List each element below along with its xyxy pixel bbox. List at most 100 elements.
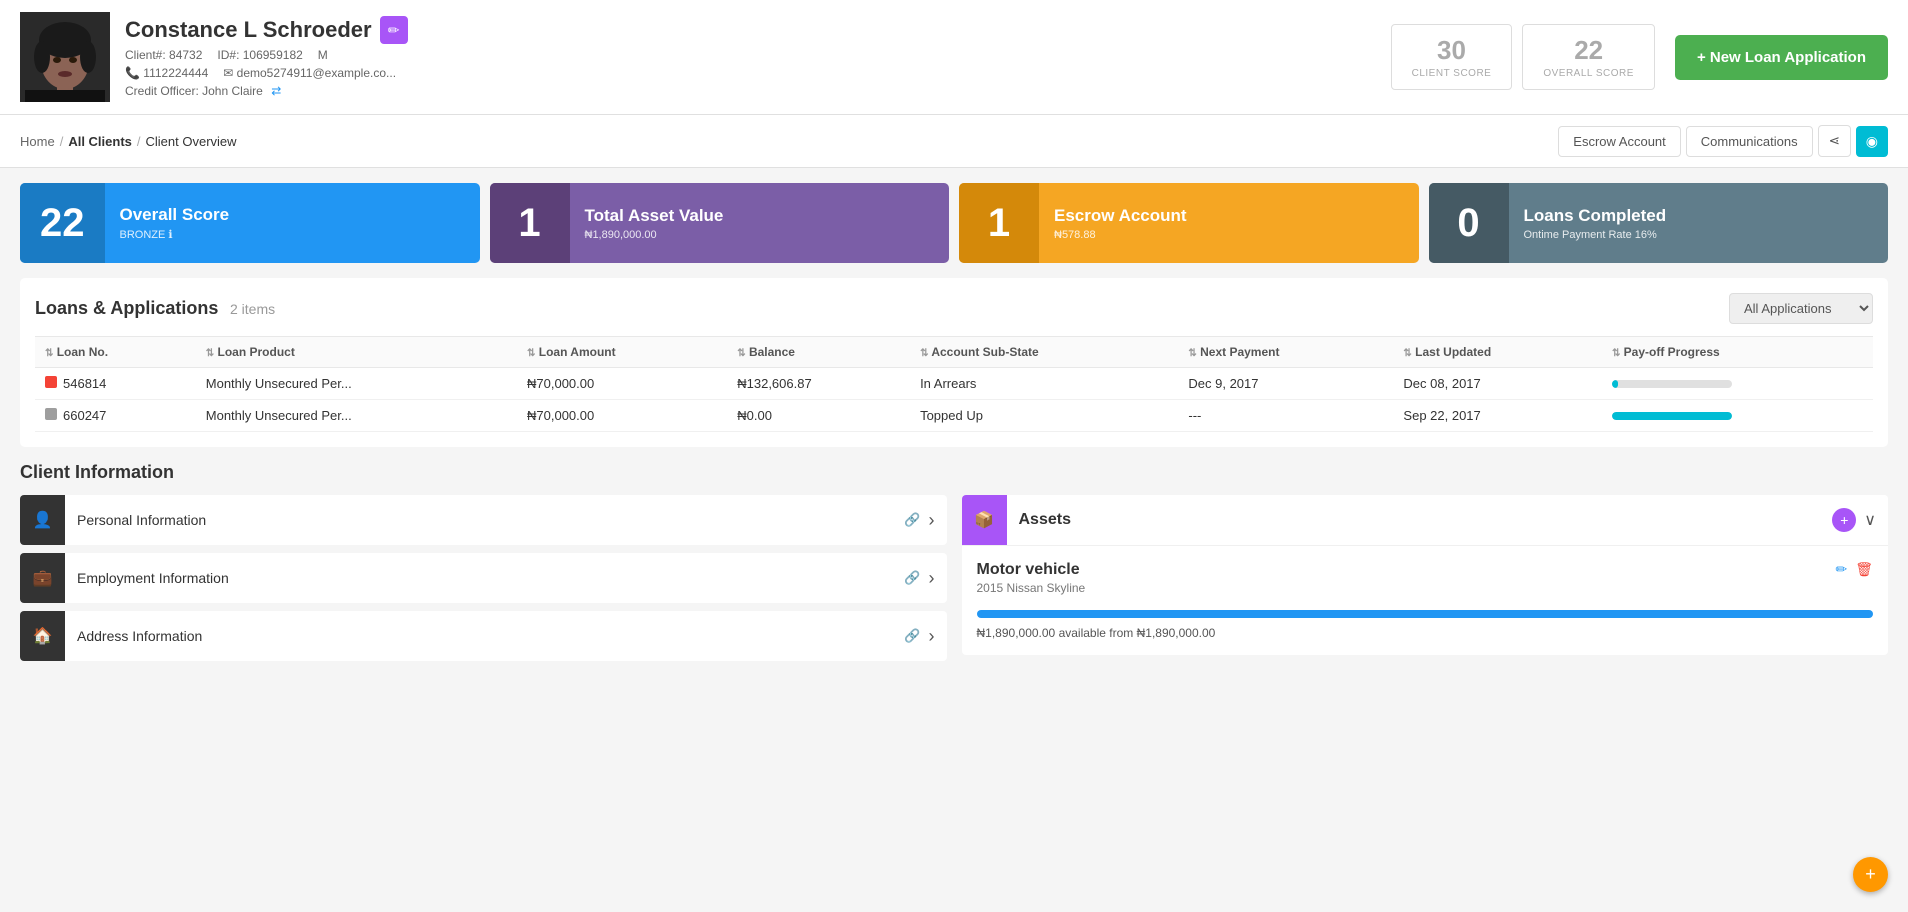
table-row[interactable]: 546814Monthly Unsecured Per...₦70,000.00…: [35, 368, 1873, 400]
breadcrumb-current: Client Overview: [146, 134, 237, 149]
client-information-section: Client Information 👤 Personal Informatio…: [20, 462, 1888, 661]
cell-0-2: ₦70,000.00: [517, 368, 727, 400]
asset-item: Motor vehicle 2015 Nissan Skyline ✏ 🗑 ₦1…: [962, 546, 1889, 655]
link-icon-1[interactable]: 🔗: [904, 570, 920, 586]
loans-count: 2 items: [230, 301, 275, 317]
escrow-account-button[interactable]: Escrow Account: [1558, 126, 1681, 157]
client-info-columns: 👤 Personal Information 🔗 › 💼 Employment …: [20, 495, 1888, 661]
edit-client-button[interactable]: ✏: [380, 16, 408, 44]
assets-panel: 📦 Assets + ∨ Motor vehicle 2015 Nissan S…: [962, 495, 1889, 655]
cell-0-1: Monthly Unsecured Per...: [196, 368, 517, 400]
breadcrumb-all-clients[interactable]: All Clients: [68, 134, 132, 149]
info-row-icon-1: 💼: [20, 553, 65, 603]
assets-label: Assets: [1007, 497, 1821, 543]
col-pay-off-progress[interactable]: ⇅ Pay-off Progress: [1602, 337, 1873, 368]
overall-score-box: 22 OVERALL SCORE: [1522, 24, 1655, 90]
edit-asset-button-0[interactable]: ✏: [1835, 561, 1847, 578]
payoff-progress-bar: [1612, 412, 1732, 420]
asset-sub-0: 2015 Nissan Skyline: [977, 581, 1086, 595]
client-gender: M: [318, 48, 328, 62]
col-account-sub-state[interactable]: ⇅ Account Sub-State: [910, 337, 1178, 368]
cell-1-0: 660247: [35, 400, 196, 432]
cell-0-4: In Arrears: [910, 368, 1178, 400]
col-next-payment[interactable]: ⇅ Next Payment: [1178, 337, 1393, 368]
transfer-icon[interactable]: ⇄: [271, 84, 281, 98]
score-card-num-3: 0: [1429, 183, 1509, 263]
communications-button[interactable]: Communications: [1686, 126, 1813, 157]
info-row-label-1: Employment Information: [65, 556, 892, 600]
breadcrumb-home[interactable]: Home: [20, 134, 55, 149]
delete-asset-button-0[interactable]: 🗑: [1855, 561, 1873, 578]
arrow-right-icon-2[interactable]: ›: [929, 626, 935, 647]
share-button[interactable]: ⋖: [1818, 125, 1851, 157]
status-dot: [45, 376, 57, 388]
client-info-title: Client Information: [20, 462, 1888, 483]
col-balance[interactable]: ⇅ Balance: [727, 337, 910, 368]
cell-1-5: ---: [1178, 400, 1393, 432]
cell-0-3: ₦132,606.87: [727, 368, 910, 400]
cell-1-3: ₦0.00: [727, 400, 910, 432]
score-card-0: 22 Overall Score BRONZE ℹ: [20, 183, 480, 263]
cell-1-1: Monthly Unsecured Per...: [196, 400, 517, 432]
cell-0-5: Dec 9, 2017: [1178, 368, 1393, 400]
col-last-updated[interactable]: ⇅ Last Updated: [1393, 337, 1602, 368]
client-info-row-2[interactable]: 🏠 Address Information 🔗 ›: [20, 611, 947, 661]
info-row-icon-0: 👤: [20, 495, 65, 545]
header-action-buttons: Escrow Account Communications ⋖ ◉: [1558, 125, 1888, 157]
rss-button[interactable]: ◉: [1856, 126, 1888, 157]
credit-officer: Credit Officer: John Claire ⇄: [125, 84, 1361, 98]
assets-collapse-button[interactable]: ∨: [1864, 510, 1876, 530]
client-info-header: Constance L Schroeder ✏ Client#: 84732 I…: [125, 16, 1361, 98]
arrow-right-icon-1[interactable]: ›: [929, 568, 935, 589]
col-loan-no.[interactable]: ⇅ Loan No.: [35, 337, 196, 368]
overall-score-value: 22: [1543, 35, 1634, 66]
score-card-3: 0 Loans Completed Ontime Payment Rate 16…: [1429, 183, 1889, 263]
loans-title-group: Loans & Applications 2 items: [35, 298, 275, 319]
payoff-progress-bar: [1612, 380, 1732, 388]
client-id: ID#: 106959182: [217, 48, 302, 62]
assets-header: 📦 Assets + ∨: [962, 495, 1889, 546]
client-info-row-1[interactable]: 💼 Employment Information 🔗 ›: [20, 553, 947, 603]
client-info-left: 👤 Personal Information 🔗 › 💼 Employment …: [20, 495, 947, 661]
asset-item-0: Motor vehicle 2015 Nissan Skyline ✏ 🗑 ₦1…: [977, 561, 1874, 640]
new-loan-button[interactable]: + New Loan Application: [1675, 35, 1888, 80]
client-email: ✉ demo5274911@example.co...: [223, 66, 396, 80]
arrow-right-icon-0[interactable]: ›: [929, 510, 935, 531]
cell-1-7: [1602, 400, 1873, 432]
link-icon-2[interactable]: 🔗: [904, 628, 920, 644]
client-name: Constance L Schroeder: [125, 17, 372, 43]
assets-column: 📦 Assets + ∨ Motor vehicle 2015 Nissan S…: [962, 495, 1889, 661]
add-asset-button[interactable]: +: [1832, 508, 1856, 532]
status-dot: [45, 408, 57, 420]
client-info-row-0[interactable]: 👤 Personal Information 🔗 ›: [20, 495, 947, 545]
asset-title-0: Motor vehicle: [977, 561, 1086, 579]
col-loan-product[interactable]: ⇅ Loan Product: [196, 337, 517, 368]
floating-add-button[interactable]: +: [1853, 857, 1888, 892]
client-score-value: 30: [1412, 35, 1492, 66]
breadcrumb-bar: Home / All Clients / Client Overview Esc…: [0, 115, 1908, 168]
loans-section: Loans & Applications 2 items All Applica…: [20, 278, 1888, 447]
score-card-info-3: Loans Completed Ontime Payment Rate 16%: [1509, 194, 1889, 253]
breadcrumb: Home / All Clients / Client Overview: [20, 134, 237, 149]
loans-title: Loans & Applications: [35, 298, 218, 318]
cell-0-6: Dec 08, 2017: [1393, 368, 1602, 400]
client-phone: 📞 1112224444: [125, 66, 208, 80]
summary-cards: 22 Overall Score BRONZE ℹ 1 Total Asset …: [20, 183, 1888, 263]
cell-1-6: Sep 22, 2017: [1393, 400, 1602, 432]
loans-section-header: Loans & Applications 2 items All Applica…: [35, 293, 1873, 324]
asset-amount-0: ₦1,890,000.00 available from ₦1,890,000.…: [977, 626, 1874, 640]
table-row[interactable]: 660247Monthly Unsecured Per...₦70,000.00…: [35, 400, 1873, 432]
info-row-actions-0: 🔗 ›: [892, 510, 946, 531]
cell-0-0: 546814: [35, 368, 196, 400]
info-row-label-0: Personal Information: [65, 498, 892, 542]
loans-filter-select[interactable]: All ApplicationsActive LoansCompleted Lo…: [1729, 293, 1873, 324]
col-loan-amount[interactable]: ⇅ Loan Amount: [517, 337, 727, 368]
page-header: Constance L Schroeder ✏ Client#: 84732 I…: [0, 0, 1908, 115]
cell-1-2: ₦70,000.00: [517, 400, 727, 432]
cell-0-7: [1602, 368, 1873, 400]
avatar: [20, 12, 110, 102]
score-card-num-0: 22: [20, 183, 105, 263]
assets-header-actions: + ∨: [1820, 508, 1888, 532]
client-number: Client#: 84732: [125, 48, 202, 62]
link-icon-0[interactable]: 🔗: [904, 512, 920, 528]
